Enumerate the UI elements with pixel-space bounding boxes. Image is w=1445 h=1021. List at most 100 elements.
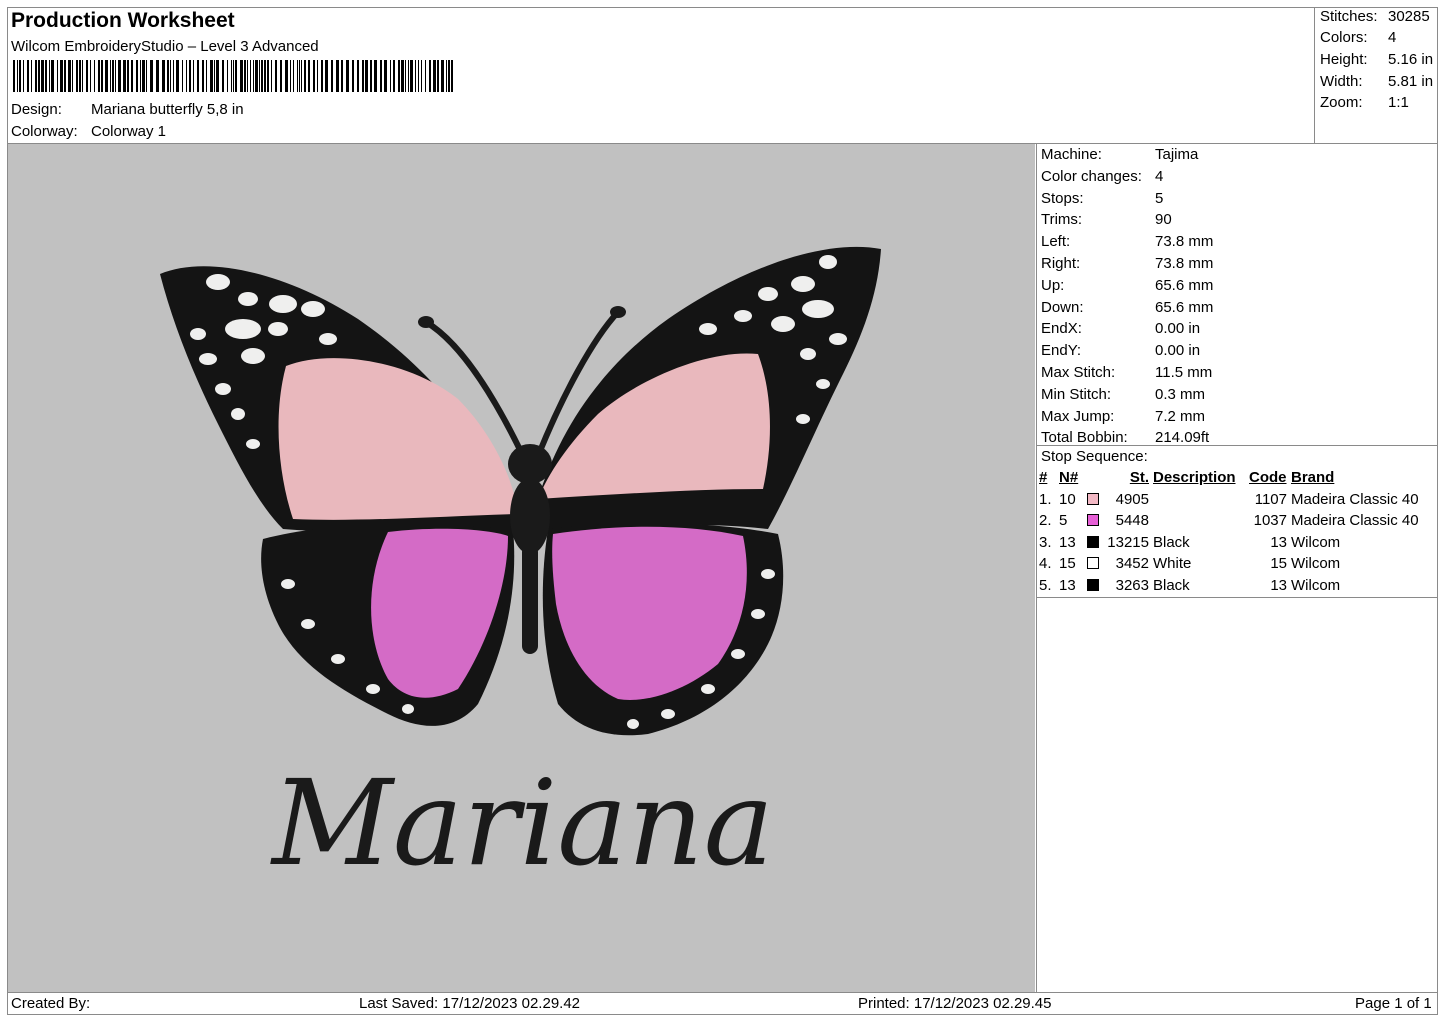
table-header-row: # N# St. Description Code Brand (1037, 467, 1421, 489)
design-row: Design: Mariana butterfly 5,8 in (11, 101, 244, 118)
software-name: Wilcom EmbroideryStudio – Level 3 Advanc… (11, 38, 319, 55)
design-preview: Mariana (8, 144, 1035, 992)
spec-label: EndX: (1041, 320, 1082, 338)
spec-row: Color changes: 4 (1041, 166, 1436, 188)
spec-row: Trims: 90 (1041, 209, 1436, 231)
stat-value: 30285 (1388, 8, 1430, 25)
spec-label: Trims: (1041, 211, 1083, 229)
table-row: 1. 10 4905 1107 Madeira Classic 40 (1037, 489, 1421, 511)
stat-height: Height: 5.16 in (1320, 51, 1433, 68)
table-row: 4. 15 3452 White 15 Wilcom (1037, 553, 1421, 575)
worksheet-title: Production Worksheet (11, 9, 235, 32)
color-swatch (1087, 535, 1099, 548)
stat-stitches: Stitches: 30285 (1320, 8, 1430, 25)
spec-label: Color changes: (1041, 167, 1142, 185)
cell-stitches: 3452 (1115, 555, 1149, 573)
stat-width: Width: 5.81 in (1320, 73, 1433, 90)
color-swatch (1087, 514, 1099, 527)
spec-value: 11.5 mm (1155, 363, 1213, 381)
col-swatch (1085, 467, 1103, 489)
table-row: 2. 5 5448 1037 Madeira Classic 40 (1037, 510, 1421, 532)
spec-label: Max Stitch: (1041, 363, 1116, 381)
spec-value: 0.00 in (1155, 342, 1201, 360)
spec-label: Up: (1041, 276, 1065, 294)
spec-value: 73.8 mm (1155, 233, 1214, 251)
spec-row: EndY: 0.00 in (1041, 340, 1436, 362)
col-code: Code (1249, 469, 1287, 486)
cell-description: Black (1153, 576, 1190, 594)
col-num: # (1039, 469, 1048, 486)
spec-row: Right: 73.8 mm (1041, 253, 1436, 275)
stat-label: Colors: (1320, 29, 1368, 46)
spec-label: Right: (1041, 254, 1081, 272)
spec-label: Machine: (1041, 146, 1102, 163)
footer-page: Page 1 of 1 (1355, 995, 1432, 1012)
cell-brand: Madeira Classic 40 (1291, 490, 1419, 508)
cell-description: White (1153, 555, 1192, 573)
cell-description: Black (1153, 533, 1190, 551)
cell-num: 1. (1039, 490, 1052, 508)
cell-needle: 13 (1059, 533, 1076, 551)
spec-label: Left: (1041, 233, 1071, 251)
color-swatch (1087, 557, 1099, 570)
color-swatch-cell (1085, 553, 1103, 575)
worksheet-header: Production Worksheet Wilcom EmbroiderySt… (7, 7, 1314, 143)
stat-value: 5.81 in (1388, 73, 1434, 90)
cell-needle: 10 (1059, 490, 1076, 508)
cell-stitches: 13215 (1107, 533, 1149, 551)
spec-row: Down: 65.6 mm (1041, 297, 1436, 319)
footer-printed: Printed: 17/12/2023 02.29.45 (858, 995, 1052, 1012)
cell-stitches: 3263 (1115, 576, 1149, 594)
cell-stitches: 5448 (1115, 512, 1149, 530)
spec-label: Max Jump: (1041, 407, 1115, 425)
spec-row: Machine: Tajima (1041, 144, 1436, 166)
stops-divider (1036, 597, 1438, 598)
stop-sequence-table: # N# St. Description Code Brand 1. 10 4905… (1037, 467, 1421, 597)
cell-needle: 5 (1059, 512, 1068, 530)
butterfly-design: Mariana (160, 246, 881, 892)
footer-last-saved: Last Saved: 17/12/2023 02.29.42 (359, 995, 581, 1012)
barcode (13, 60, 453, 92)
spec-label: Min Stitch: (1041, 385, 1112, 403)
stat-value: 1:1 (1388, 94, 1409, 111)
cell-needle: 15 (1059, 555, 1076, 573)
spec-row: Max Stitch: 11.5 mm (1041, 362, 1436, 384)
cell-num: 3. (1039, 533, 1052, 551)
col-stitches: St. (1129, 469, 1149, 486)
cell-code: 1107 (1254, 490, 1287, 508)
stat-colors: Colors: 4 (1320, 29, 1396, 46)
color-swatch-cell (1085, 532, 1103, 554)
cell-num: 5. (1039, 576, 1052, 594)
cell-brand: Wilcom (1291, 533, 1341, 551)
spec-value: Tajima (1155, 146, 1199, 163)
stat-label: Width: (1320, 73, 1363, 90)
cell-code: 13 (1270, 533, 1287, 551)
spec-row: Stops: 5 (1041, 188, 1436, 210)
spec-value: 7.2 mm (1155, 407, 1206, 425)
color-swatch-cell (1085, 510, 1103, 532)
spec-value: 5 (1155, 189, 1164, 207)
cell-code: 13 (1270, 576, 1287, 594)
spec-row: Up: 65.6 mm (1041, 275, 1436, 297)
colorway-value: Colorway 1 (91, 123, 167, 140)
spec-value: 65.6 mm (1155, 276, 1214, 294)
stat-zoom: Zoom: 1:1 (1320, 94, 1409, 111)
cell-brand: Wilcom (1291, 576, 1341, 594)
table-row: 3. 13 13215 Black 13 Wilcom (1037, 532, 1421, 554)
spec-value: 214.09ft (1155, 429, 1210, 447)
spec-label: Stops: (1041, 189, 1084, 207)
spec-value: 0.00 in (1155, 320, 1201, 338)
spec-row: Max Jump: 7.2 mm (1041, 406, 1436, 428)
spec-row: EndX: 0.00 in (1041, 318, 1436, 340)
col-needle: N# (1059, 469, 1079, 486)
col-description: Description (1153, 469, 1236, 486)
cell-stitches: 4905 (1115, 490, 1149, 508)
cell-code: 15 (1270, 555, 1287, 573)
design-label: Design: (11, 101, 62, 118)
design-value: Mariana butterfly 5,8 in (91, 101, 244, 118)
spec-value: 73.8 mm (1155, 254, 1214, 272)
color-swatch-cell (1085, 575, 1103, 597)
spec-value: 0.3 mm (1155, 385, 1206, 403)
stat-value: 5.16 in (1388, 51, 1434, 68)
colorway-row: Colorway: Colorway 1 (11, 123, 166, 140)
